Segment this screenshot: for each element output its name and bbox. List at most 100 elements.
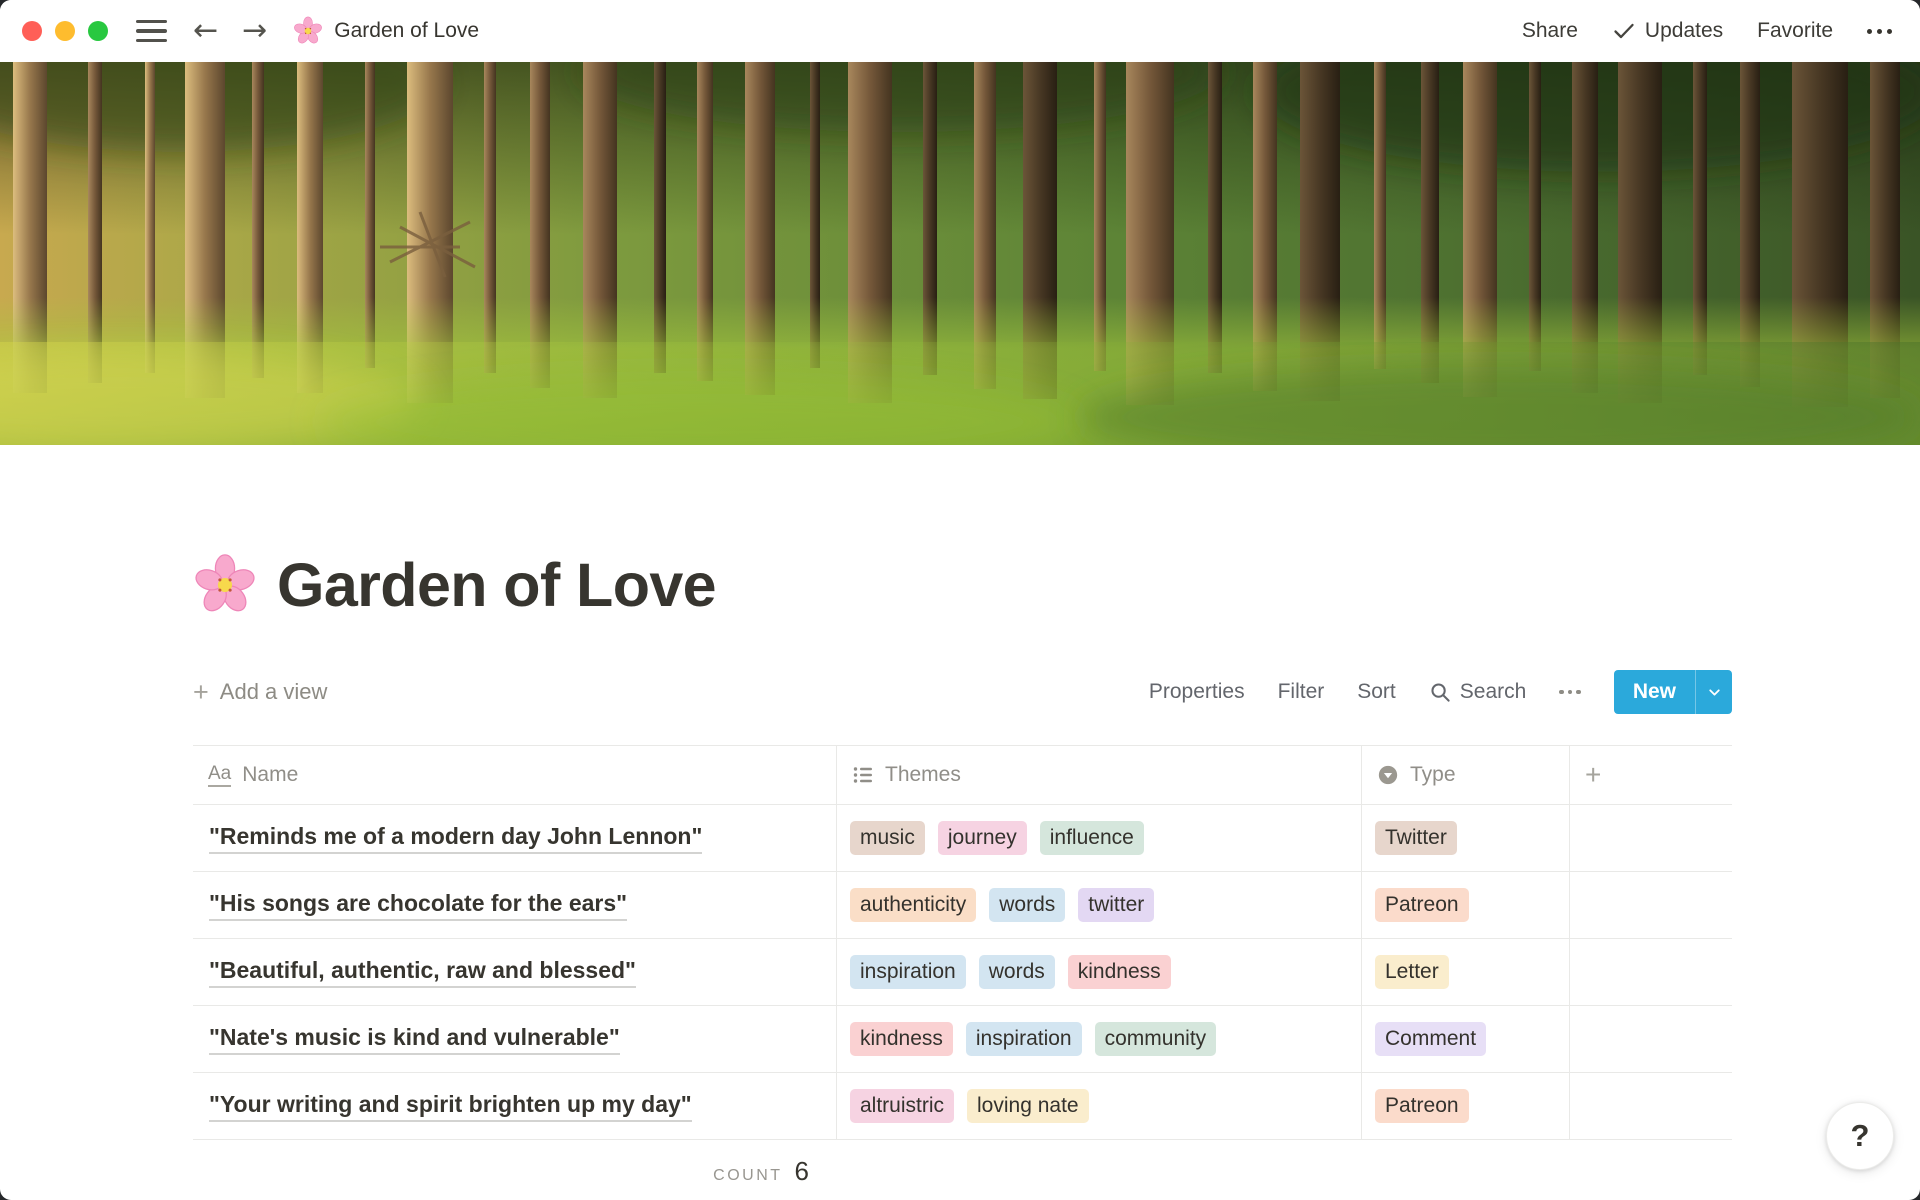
page-content: Garden of Love + Add a view Properties F… (193, 445, 1732, 1200)
table-row[interactable]: "Reminds me of a modern day John Lennon"… (193, 805, 1732, 872)
breadcrumb-title: Garden of Love (334, 19, 479, 43)
search-icon (1429, 681, 1452, 704)
filter-button[interactable]: Filter (1278, 680, 1325, 704)
count-value: 6 (795, 1156, 809, 1187)
type-tag[interactable]: Patreon (1375, 888, 1469, 922)
theme-tag[interactable]: music (850, 821, 925, 855)
cell-name[interactable]: "Your writing and spirit brighten up my … (193, 1073, 837, 1139)
plus-icon: + (193, 679, 209, 706)
new-button[interactable]: New (1614, 670, 1695, 714)
more-options-icon[interactable] (1867, 29, 1892, 34)
count-label: COUNT (713, 1167, 782, 1185)
add-column-button[interactable]: + (1570, 746, 1732, 804)
checkmark-icon (1612, 19, 1636, 43)
page-header: Garden of Love (193, 547, 1732, 623)
count-aggregate[interactable]: COUNT 6 (193, 1156, 837, 1187)
cherry-blossom-icon[interactable] (193, 553, 257, 617)
table-row[interactable]: "His songs are chocolate for the ears" a… (193, 872, 1732, 939)
forward-arrow-icon[interactable]: → (242, 16, 267, 46)
search-button[interactable]: Search (1429, 680, 1527, 704)
type-tag[interactable]: Patreon (1375, 1089, 1469, 1123)
plus-icon: + (1585, 759, 1601, 791)
view-actions: Properties Filter Sort Search New (1149, 670, 1732, 714)
table-row[interactable]: "Beautiful, authentic, raw and blessed" … (193, 939, 1732, 1006)
theme-tag[interactable]: kindness (850, 1022, 953, 1056)
theme-tag[interactable]: words (979, 955, 1055, 989)
new-button-dropdown[interactable] (1695, 670, 1732, 714)
properties-button[interactable]: Properties (1149, 680, 1245, 704)
minimize-window-button[interactable] (55, 21, 75, 41)
notion-window: ← → Garden of Love Share (0, 0, 1920, 1200)
type-tag[interactable]: Twitter (1375, 821, 1457, 855)
titlebar-actions: Share Updates Favorite (1522, 19, 1892, 43)
type-tag[interactable]: Comment (1375, 1022, 1486, 1056)
column-header-name[interactable]: Aa Name (193, 746, 837, 804)
column-header-themes[interactable]: Themes (837, 746, 1362, 804)
theme-tag[interactable]: community (1095, 1022, 1217, 1056)
sort-button[interactable]: Sort (1357, 680, 1396, 704)
traffic-lights (22, 21, 108, 41)
theme-tag[interactable]: journey (938, 821, 1027, 855)
history-nav: ← → (193, 16, 267, 46)
theme-tag[interactable]: influence (1040, 821, 1144, 855)
new-row-button-group: New (1614, 670, 1732, 714)
cell-name[interactable]: "Nate's music is kind and vulnerable" (193, 1006, 837, 1072)
breadcrumb[interactable]: Garden of Love (293, 16, 479, 46)
cell-type[interactable]: Comment (1362, 1006, 1570, 1072)
theme-tag[interactable]: inspiration (966, 1022, 1082, 1056)
table-header: Aa Name Themes Type (193, 745, 1732, 805)
page-title[interactable]: Garden of Love (277, 550, 716, 620)
theme-tag[interactable]: authenticity (850, 888, 976, 922)
chevron-down-icon (1706, 684, 1723, 701)
cell-extra (1570, 1073, 1732, 1139)
help-button[interactable]: ? (1826, 1102, 1894, 1170)
type-tag[interactable]: Letter (1375, 955, 1449, 989)
cell-extra (1570, 805, 1732, 871)
cell-extra (1570, 939, 1732, 1005)
cell-name[interactable]: "Beautiful, authentic, raw and blessed" (193, 939, 837, 1005)
titlebar: ← → Garden of Love Share (0, 0, 1920, 62)
table-body: "Reminds me of a modern day John Lennon"… (193, 805, 1732, 1140)
cell-type[interactable]: Patreon (1362, 872, 1570, 938)
cell-type[interactable]: Letter (1362, 939, 1570, 1005)
zoom-window-button[interactable] (88, 21, 108, 41)
share-button[interactable]: Share (1522, 19, 1578, 43)
theme-tag[interactable]: altruistric (850, 1089, 954, 1123)
theme-tag[interactable]: twitter (1078, 888, 1154, 922)
table-row[interactable]: "Nate's music is kind and vulnerable" ki… (193, 1006, 1732, 1073)
view-toolbar: + Add a view Properties Filter Sort Sear… (193, 669, 1732, 715)
cherry-blossom-icon (293, 16, 323, 46)
favorite-button[interactable]: Favorite (1757, 19, 1833, 43)
column-header-type[interactable]: Type (1362, 746, 1570, 804)
cell-extra (1570, 1006, 1732, 1072)
cell-themes[interactable]: authenticity words twitter (837, 872, 1362, 938)
add-view-button[interactable]: + Add a view (193, 679, 327, 706)
database-table: Aa Name Themes Type (193, 745, 1732, 1200)
theme-tag[interactable]: kindness (1068, 955, 1171, 989)
close-window-button[interactable] (22, 21, 42, 41)
select-dropdown-icon (1377, 764, 1399, 786)
sidebar-menu-icon[interactable] (136, 20, 167, 42)
theme-tag[interactable]: loving nate (967, 1089, 1089, 1123)
cell-name[interactable]: "His songs are chocolate for the ears" (193, 872, 837, 938)
cell-themes[interactable]: music journey influence (837, 805, 1362, 871)
cell-themes[interactable]: kindness inspiration community (837, 1006, 1362, 1072)
multi-select-list-icon (852, 764, 874, 786)
question-mark-icon: ? (1851, 1118, 1870, 1154)
text-aa-icon: Aa (208, 763, 231, 788)
cell-name[interactable]: "Reminds me of a modern day John Lennon" (193, 805, 837, 871)
cell-themes[interactable]: altruistric loving nate (837, 1073, 1362, 1139)
cell-themes[interactable]: inspiration words kindness (837, 939, 1362, 1005)
updates-button[interactable]: Updates (1612, 19, 1723, 43)
back-arrow-icon[interactable]: ← (193, 16, 218, 46)
cover-image (0, 62, 1920, 445)
view-more-options-icon[interactable] (1559, 690, 1581, 695)
table-footer: COUNT 6 (193, 1140, 1732, 1200)
cell-extra (1570, 872, 1732, 938)
forest-illustration (0, 62, 1920, 445)
theme-tag[interactable]: words (989, 888, 1065, 922)
cell-type[interactable]: Twitter (1362, 805, 1570, 871)
cell-type[interactable]: Patreon (1362, 1073, 1570, 1139)
table-row[interactable]: "Your writing and spirit brighten up my … (193, 1073, 1732, 1140)
theme-tag[interactable]: inspiration (850, 955, 966, 989)
